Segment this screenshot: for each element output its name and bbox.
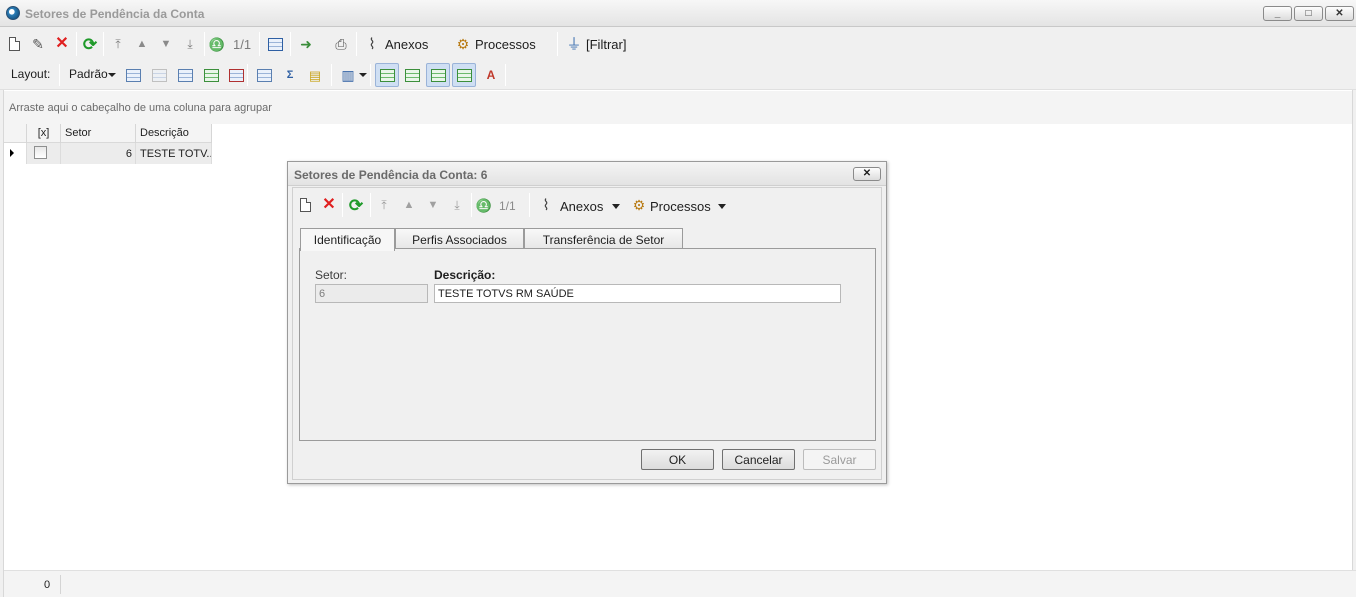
view-grid-icon[interactable] — [375, 63, 399, 87]
minimize-button[interactable]: _ — [1263, 6, 1292, 21]
dialog-processes-menu[interactable]: Processos — [650, 199, 711, 214]
cancel-button[interactable]: Cancelar — [722, 449, 795, 470]
window-title: Setores de Pendência da Conta — [25, 7, 205, 21]
dialog-new-record-icon[interactable] — [295, 195, 315, 215]
layout-export-icon[interactable] — [226, 65, 246, 85]
ok-button[interactable]: OK — [641, 449, 714, 470]
export-arrow-icon[interactable]: ➜ — [296, 34, 316, 54]
filter-menu[interactable]: [Filtrar] — [586, 37, 626, 52]
row-checkbox[interactable] — [34, 146, 47, 159]
row-select-cell[interactable] — [27, 143, 61, 164]
window-frame-right — [1352, 27, 1356, 597]
edit-record-icon[interactable]: ✎ — [28, 34, 48, 54]
layout-select[interactable]: Padrão — [69, 67, 108, 81]
dialog-attachments-menu[interactable]: Anexos — [560, 199, 603, 214]
record-position: 1/1 — [233, 37, 252, 52]
previous-record-icon[interactable]: ▲ — [132, 34, 152, 54]
delete-icon[interactable]: ✕ — [52, 34, 72, 54]
setor-field: 6 — [315, 284, 428, 303]
dialog-paperclip-icon[interactable]: ⌇ — [536, 195, 556, 215]
processes-menu[interactable]: Processos — [475, 37, 536, 52]
find-binoculars-icon[interactable]: ♎ — [207, 34, 227, 54]
new-record-icon[interactable] — [4, 34, 24, 54]
window-title-bar: Setores de Pendência da Conta _ □ ✕ — [0, 0, 1356, 27]
sum-icon[interactable]: Σ — [280, 65, 300, 85]
chart-chevron-down-icon[interactable] — [359, 73, 367, 77]
setor-label: Setor: — [315, 268, 348, 282]
layout-columns-icon[interactable] — [175, 65, 195, 85]
save-button[interactable]: Salvar — [803, 449, 876, 470]
column-header-select[interactable]: [x] — [27, 124, 61, 143]
attachments-menu[interactable]: Anexos — [385, 37, 428, 52]
app-icon — [6, 6, 20, 20]
tab-transferencia-de-setor[interactable]: Transferência de Setor — [524, 228, 683, 249]
chart-icon[interactable]: ▥ — [338, 65, 358, 85]
view-footer-icon[interactable] — [452, 63, 476, 87]
processes-gears-icon[interactable]: ⚙ — [453, 34, 473, 54]
tab-identificacao[interactable]: Identificação — [300, 228, 395, 251]
table-row[interactable]: 6 TESTE TOTV... — [4, 143, 212, 164]
grid-footer: 0 — [4, 570, 1356, 597]
first-record-icon[interactable]: ⤒ — [108, 34, 128, 54]
identificacao-panel: Setor: 6 Descrição: TESTE TOTVS RM SAÚDE — [299, 248, 876, 441]
dialog-delete-icon[interactable]: ✕ — [319, 195, 339, 215]
dialog-processes-gears-icon[interactable]: ⚙ — [629, 195, 649, 215]
layout-delete-icon[interactable] — [149, 65, 169, 85]
layout-label: Layout: — [11, 67, 51, 81]
print-icon[interactable]: ⎙ — [331, 34, 351, 54]
dialog-title: Setores de Pendência da Conta: 6 — [294, 168, 488, 182]
layout-copy-icon[interactable] — [123, 65, 143, 85]
maximize-button[interactable]: □ — [1294, 6, 1323, 21]
paperclip-icon[interactable]: ⌇ — [362, 34, 382, 54]
last-record-icon[interactable]: ⤓ — [180, 34, 200, 54]
dialog-find-binoculars-icon[interactable]: ♎ — [474, 195, 494, 215]
grid-header: [x] Setor Descrição — [4, 124, 212, 143]
column-header-setor[interactable]: Setor — [61, 124, 136, 143]
next-record-icon[interactable]: ▼ — [156, 34, 176, 54]
view-form-icon[interactable] — [402, 65, 422, 85]
layout-import-icon[interactable] — [201, 65, 221, 85]
dialog-title-bar: Setores de Pendência da Conta: 6 ✕ — [288, 162, 886, 186]
refresh-icon[interactable]: ⟳ — [80, 34, 100, 54]
group-by-panel[interactable]: Arraste aqui o cabeçalho de uma coluna p… — [4, 91, 1352, 124]
calendar-grid-icon[interactable] — [265, 34, 285, 54]
cell-setor[interactable]: 6 — [61, 143, 136, 164]
main-toolbar: ✎ ✕ ⟳ ⤒ ▲ ▼ ⤓ ♎ 1/1 ➜ ⎙ ⌇ Anexos ⚙ Proce… — [0, 27, 1356, 74]
layout-chevron-down-icon[interactable] — [108, 73, 116, 77]
row-indicator — [4, 143, 27, 164]
dialog-close-button[interactable]: ✕ — [853, 167, 881, 181]
close-button[interactable]: ✕ — [1325, 6, 1354, 21]
column-header-descricao[interactable]: Descrição — [136, 124, 212, 143]
dialog-attachments-chevron-down-icon[interactable] — [612, 204, 620, 209]
format-icon[interactable]: ▤ — [305, 65, 325, 85]
dialog-previous-record-icon[interactable]: ▲ — [399, 195, 419, 215]
dialog-first-record-icon[interactable]: ⤒ — [374, 195, 394, 215]
record-dialog: Setores de Pendência da Conta: 6 ✕ ✕ ⟳ ⤒… — [287, 161, 887, 484]
descricao-field[interactable]: TESTE TOTVS RM SAÚDE — [434, 284, 841, 303]
dialog-next-record-icon[interactable]: ▼ — [423, 195, 443, 215]
dialog-refresh-icon[interactable]: ⟳ — [346, 195, 366, 215]
view-header-icon[interactable] — [426, 63, 450, 87]
descricao-label: Descrição: — [434, 268, 496, 282]
group-by-hint: Arraste aqui o cabeçalho de uma coluna p… — [9, 102, 272, 114]
row-indicator-header — [4, 124, 27, 143]
layout-toolbar: Layout: Padrão Σ ▤ ▥ A — [0, 60, 1356, 90]
dialog-last-record-icon[interactable]: ⤓ — [447, 195, 467, 215]
cell-descricao[interactable]: TESTE TOTV... — [136, 143, 212, 164]
dialog-processes-chevron-down-icon[interactable] — [718, 204, 726, 209]
tab-perfis-associados[interactable]: Perfis Associados — [395, 228, 524, 249]
record-count: 0 — [44, 579, 51, 591]
group-panel-icon[interactable] — [254, 65, 274, 85]
font-style-icon[interactable]: A — [481, 65, 501, 85]
dialog-record-position: 1/1 — [499, 199, 516, 213]
current-row-arrow-icon — [10, 149, 14, 157]
filter-funnel-icon[interactable]: ⏚ — [564, 34, 584, 54]
